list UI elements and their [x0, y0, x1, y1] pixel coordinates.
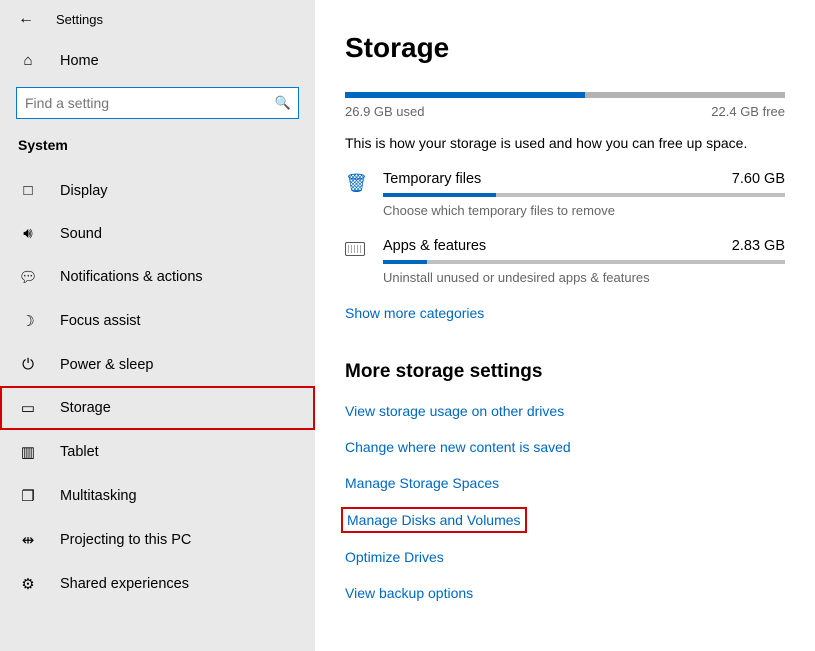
- storage-icon: ▭: [18, 399, 38, 417]
- storage-free-label: 22.4 GB free: [711, 104, 785, 119]
- sidebar-item-shared-experiences[interactable]: ⚙ Shared experiences: [0, 562, 315, 606]
- category-size: 7.60 GB: [732, 171, 785, 187]
- sidebar-item-label: Multitasking: [60, 488, 137, 504]
- home-icon: ⌂: [18, 52, 38, 69]
- nav-group-header: System: [0, 137, 315, 169]
- search-box: 🔍: [16, 87, 299, 119]
- category-sub: Uninstall unused or undesired apps & fea…: [383, 270, 785, 285]
- search-input[interactable]: [16, 87, 299, 119]
- sound-icon: 🔊︎: [18, 225, 38, 242]
- sidebar-item-label: Sound: [60, 226, 102, 242]
- power-icon: ⏻: [18, 356, 38, 373]
- link-view-backup-options[interactable]: View backup options: [345, 585, 785, 601]
- sidebar-item-tablet[interactable]: ▥ Tablet: [0, 430, 315, 474]
- back-arrow-icon[interactable]: ←: [18, 10, 38, 28]
- nav-home[interactable]: ⌂ Home: [0, 44, 315, 77]
- sidebar-item-label: Tablet: [60, 444, 99, 460]
- sidebar-item-notifications[interactable]: 💬︎ Notifications & actions: [0, 255, 315, 299]
- link-optimize-drives[interactable]: Optimize Drives: [345, 549, 785, 565]
- page-title: Storage: [345, 32, 785, 64]
- multitasking-icon: ❐: [18, 487, 38, 505]
- storage-usage-bar: [345, 92, 785, 98]
- nav-home-label: Home: [60, 53, 99, 69]
- sidebar-item-power-sleep[interactable]: ⏻ Power & sleep: [0, 343, 315, 386]
- shared-experiences-icon: ⚙: [18, 575, 38, 593]
- header-title: Settings: [56, 12, 103, 27]
- category-size: 2.83 GB: [732, 238, 785, 254]
- tablet-icon: ▥: [18, 443, 38, 461]
- sidebar-item-display[interactable]: □ Display: [0, 169, 315, 212]
- more-settings-title: More storage settings: [345, 361, 785, 383]
- display-icon: □: [18, 182, 38, 199]
- keyboard-icon: [345, 238, 371, 261]
- sidebar-item-label: Projecting to this PC: [60, 532, 191, 548]
- projecting-icon: ⇹: [18, 531, 38, 549]
- category-apps-features[interactable]: Apps & features 2.83 GB Uninstall unused…: [345, 238, 785, 285]
- main-content: Storage 26.9 GB used 22.4 GB free This i…: [315, 0, 815, 651]
- sidebar-item-label: Focus assist: [60, 313, 141, 329]
- focus-assist-icon: ☽: [18, 312, 38, 330]
- sidebar-item-storage[interactable]: ▭ Storage: [0, 386, 315, 430]
- link-change-new-content[interactable]: Change where new content is saved: [345, 439, 785, 455]
- sidebar-item-label: Display: [60, 183, 108, 199]
- link-manage-disks-volumes[interactable]: Manage Disks and Volumes: [345, 511, 523, 529]
- category-sub: Choose which temporary files to remove: [383, 203, 785, 218]
- category-title: Temporary files: [383, 171, 481, 187]
- storage-usage-fill: [345, 92, 585, 98]
- sidebar-item-label: Power & sleep: [60, 357, 154, 373]
- category-temporary-files[interactable]: 🗑︎ Temporary files 7.60 GB Choose which …: [345, 171, 785, 218]
- notifications-icon: 💬︎: [18, 268, 38, 286]
- sidebar-item-label: Shared experiences: [60, 576, 189, 592]
- sidebar-item-label: Storage: [60, 400, 111, 416]
- storage-description: This is how your storage is used and how…: [345, 135, 785, 151]
- sidebar-item-multitasking[interactable]: ❐ Multitasking: [0, 474, 315, 518]
- sidebar-item-label: Notifications & actions: [60, 269, 203, 285]
- trash-icon: 🗑︎: [345, 171, 371, 194]
- link-manage-storage-spaces[interactable]: Manage Storage Spaces: [345, 475, 785, 491]
- storage-used-label: 26.9 GB used: [345, 104, 425, 119]
- sidebar-header: ← Settings: [0, 0, 315, 44]
- sidebar-item-projecting[interactable]: ⇹ Projecting to this PC: [0, 518, 315, 562]
- sidebar-item-sound[interactable]: 🔊︎ Sound: [0, 212, 315, 255]
- sidebar-item-focus-assist[interactable]: ☽ Focus assist: [0, 299, 315, 343]
- category-title: Apps & features: [383, 238, 486, 254]
- link-view-storage-other-drives[interactable]: View storage usage on other drives: [345, 403, 785, 419]
- show-more-categories-link[interactable]: Show more categories: [345, 305, 484, 321]
- storage-labels: 26.9 GB used 22.4 GB free: [345, 104, 785, 119]
- sidebar: ← Settings ⌂ Home 🔍 System □ Display 🔊︎ …: [0, 0, 315, 651]
- search-icon: 🔍: [275, 95, 291, 111]
